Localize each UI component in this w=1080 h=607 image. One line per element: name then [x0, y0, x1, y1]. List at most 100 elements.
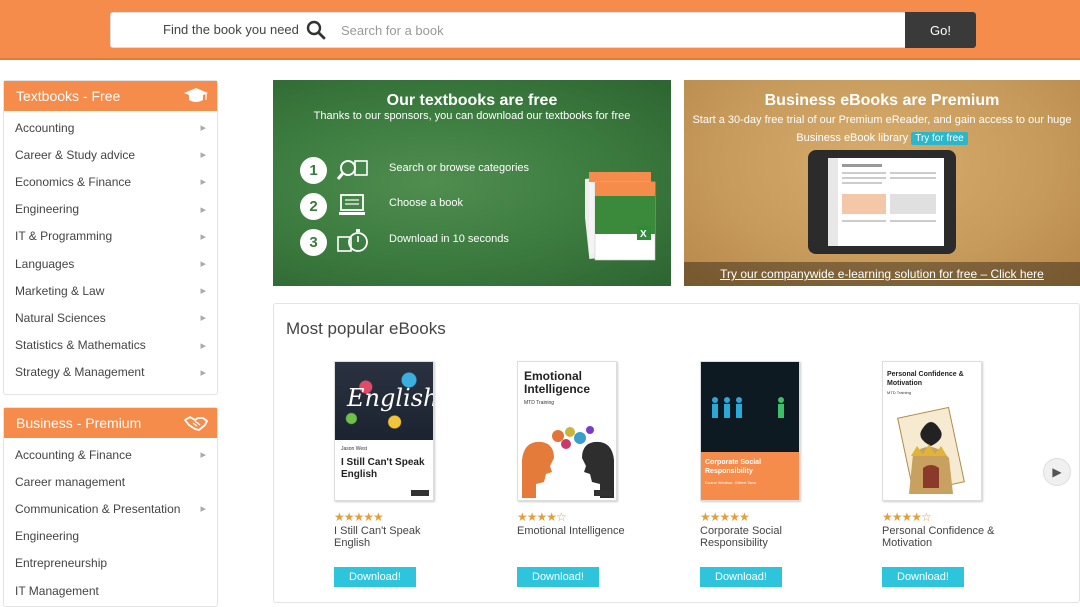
- book-cover[interactable]: Corporate Social Responsibility Duane Wi…: [700, 361, 800, 501]
- chevron-right-icon: ▸: [200, 285, 206, 298]
- sidebar-item-label: Accounting & Finance: [15, 447, 132, 462]
- rating-stars: ★★★★★: [700, 510, 750, 524]
- go-button[interactable]: Go!: [905, 12, 976, 48]
- section-title: Most popular eBooks: [286, 319, 446, 338]
- cover-title: Emotional Intelligence: [524, 369, 591, 396]
- sidebar-textbooks-free: Textbooks - Free Accounting ▸ Career & Stu…: [3, 80, 218, 395]
- sidebar-item[interactable]: Communication & Presentation ▸: [4, 495, 217, 522]
- graduation-cap-icon: [184, 88, 208, 102]
- banner-subtitle: Thanks to our sponsors, you can download…: [313, 110, 631, 122]
- book-title[interactable]: Corporate Social Responsibility: [700, 525, 825, 565]
- download-button[interactable]: Download!: [517, 567, 599, 587]
- sidebar-title: Business - Premium: [16, 415, 142, 431]
- search-icon[interactable]: [306, 20, 326, 40]
- cover-title: Personal Confidence & Motivation: [887, 371, 964, 387]
- cover-author: MTD Training: [524, 400, 555, 406]
- chevron-right-icon: ▸: [200, 258, 206, 271]
- banner-line1: Start a 30-day free trial of our Premium…: [692, 114, 1072, 126]
- tablet-image: [808, 150, 956, 254]
- cover-playing-card-graphic: [897, 406, 965, 494]
- sidebar-item-label: Communication & Presentation: [15, 501, 181, 516]
- sidebar-item-label: Career & Study advice: [15, 147, 136, 162]
- sidebar-item-label: IT Management: [15, 583, 99, 598]
- search-input[interactable]: [341, 18, 901, 42]
- cover-author: Duane Windsor, Gilbert Tana: [705, 480, 757, 485]
- chevron-right-icon: ▸: [200, 339, 206, 352]
- rating-stars: ★★★★☆: [517, 510, 567, 524]
- cover-title: Corporate Social Responsibility: [705, 459, 762, 475]
- free-textbooks-banner[interactable]: Our textbooks are free Thanks to our spo…: [273, 80, 671, 286]
- ereader-page-graphic: [828, 158, 936, 246]
- try-for-free-button[interactable]: Try for free: [911, 132, 968, 145]
- cover-heads-graphic: [522, 426, 614, 498]
- chevron-right-icon: ▸: [200, 149, 206, 162]
- chevron-right-icon: ▸: [200, 122, 206, 135]
- sidebar-item[interactable]: Engineering: [4, 523, 217, 550]
- sidebar-item[interactable]: Entrepreneurship: [4, 550, 217, 577]
- sidebar-business-premium: Business - Premium Accounting & Finance ▸…: [3, 407, 218, 607]
- book-cover[interactable]: English Jason West I Still Can't Speak E…: [334, 361, 434, 501]
- sidebar-item[interactable]: IT Management: [4, 577, 217, 604]
- chevron-right-icon: ▸: [200, 176, 206, 189]
- book-title[interactable]: I Still Can't Speak English: [334, 525, 459, 565]
- sidebar-item[interactable]: Marketing & Law ▸: [4, 277, 217, 304]
- sidebar-item-label: Entrepreneurship: [15, 556, 108, 571]
- chevron-right-icon: ▸: [200, 203, 206, 216]
- step-number: 2: [300, 193, 327, 220]
- banner-title: Our textbooks are free: [386, 92, 558, 109]
- sidebar-item[interactable]: Engineering ▸: [4, 196, 217, 223]
- category-list-free: Accounting ▸ Career & Study advice ▸ Economi…: [4, 111, 217, 386]
- sidebar-item[interactable]: Career & Study advice ▸: [4, 141, 217, 168]
- sidebar-item[interactable]: Career management: [4, 468, 217, 495]
- book-cover[interactable]: Emotional Intelligence MTD Training: [517, 361, 617, 501]
- books-stack-image: X: [585, 172, 656, 261]
- book-card: Emotional Intelligence MTD Training ★★★★…: [517, 361, 642, 587]
- sidebar-item-label: Career management: [15, 474, 126, 489]
- download-button[interactable]: Download!: [334, 567, 416, 587]
- most-popular-section: Most popular eBooks English Jason West I…: [273, 303, 1080, 603]
- category-list-premium: Accounting & Finance ▸ Career management Co…: [4, 438, 217, 604]
- cover-title: I Still Can't Speak English: [341, 457, 425, 480]
- sidebar-item[interactable]: IT & Programming ▸: [4, 223, 217, 250]
- book-cover[interactable]: Personal Confidence & Motivation MTD Tra…: [882, 361, 982, 501]
- sidebar-item[interactable]: Languages ▸: [4, 250, 217, 277]
- book-card: English Jason West I Still Can't Speak E…: [334, 361, 459, 587]
- download-button[interactable]: Download!: [882, 567, 964, 587]
- carousel-next-icon[interactable]: ▶: [1043, 458, 1071, 486]
- sidebar-item[interactable]: Economics & Finance ▸: [4, 168, 217, 195]
- download-button[interactable]: Download!: [700, 567, 782, 587]
- sidebar-item[interactable]: Statistics & Mathematics ▸: [4, 332, 217, 359]
- companywide-elearning-link[interactable]: Try our companywide e-learning solution …: [684, 262, 1080, 286]
- sidebar-title: Textbooks - Free: [16, 88, 121, 104]
- search-prompt: Find the book you need: [163, 22, 299, 37]
- chevron-right-icon: ▸: [200, 503, 206, 516]
- sidebar-item[interactable]: Natural Sciences ▸: [4, 304, 217, 331]
- sidebar-header-free[interactable]: Textbooks - Free: [4, 81, 217, 111]
- chevron-right-icon: ▸: [200, 230, 206, 243]
- premium-ebooks-banner[interactable]: Business eBooks are Premium Start a 30-d…: [684, 80, 1080, 286]
- sidebar-header-premium[interactable]: Business - Premium: [4, 408, 217, 438]
- tablet-screen: [828, 158, 944, 246]
- chevron-right-icon: ▸: [200, 366, 206, 379]
- sidebar-item[interactable]: Accounting ▸: [4, 114, 217, 141]
- step-text: Search or browse categories: [389, 162, 530, 174]
- cover-author: Jason West: [341, 446, 368, 452]
- search-box: Find the book you need Go!: [110, 12, 976, 48]
- sidebar-item-label: Economics & Finance: [15, 174, 132, 189]
- handshake-icon: [184, 416, 208, 431]
- chevron-right-icon: ▸: [200, 449, 206, 462]
- sidebar-item-label: Engineering: [15, 529, 80, 544]
- banner-title: Business eBooks are Premium: [764, 92, 1000, 109]
- cover-author: MTD Training: [887, 390, 912, 395]
- sidebar-item[interactable]: Accounting & Finance ▸: [4, 441, 217, 468]
- sidebar-item-label: Statistics & Mathematics: [15, 338, 146, 353]
- sidebar-item-label: IT & Programming: [15, 229, 113, 244]
- book-title[interactable]: Emotional Intelligence: [517, 525, 642, 565]
- sidebar-item[interactable]: Strategy & Management ▸: [4, 359, 217, 386]
- cover-word: English: [347, 384, 434, 412]
- stopwatch-book-icon: [337, 229, 368, 252]
- sidebar-item-label: Marketing & Law: [15, 283, 105, 298]
- book-title[interactable]: Personal Confidence & Motivation: [882, 525, 1007, 565]
- magnifier-book-icon: [336, 160, 368, 180]
- sidebar-item-label: Engineering: [15, 202, 80, 217]
